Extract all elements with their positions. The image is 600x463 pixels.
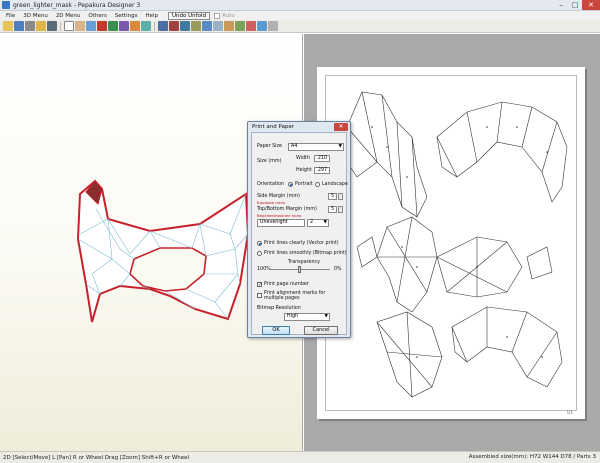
- print-and-paper-dialog: Print and Paper ✕ Paper Size A4 ▼ Size (…: [247, 121, 351, 338]
- text-icon[interactable]: [246, 21, 256, 31]
- bitmap-resolution-label: Bitmap Resolution: [257, 306, 301, 311]
- chevron-down-icon: ▼: [324, 314, 328, 319]
- print-clearly-radio[interactable]: [257, 241, 262, 246]
- height-field[interactable]: 297: [314, 167, 330, 174]
- portrait-label: Portrait: [295, 182, 313, 187]
- menu-settings[interactable]: Settings: [111, 13, 142, 19]
- status-bar: 2D [Select/Move] L [Pan] R or Wheel Drag…: [0, 451, 600, 463]
- print-page-number-label: Print page number: [264, 282, 309, 287]
- height-label: Height: [296, 168, 312, 173]
- minimize-button[interactable]: –: [554, 0, 568, 10]
- auto-label: Auto: [221, 12, 235, 19]
- bitmap-resolution-select[interactable]: High ▼: [284, 313, 330, 321]
- print-clearly-label: Print lines clearly (Vector print): [264, 241, 339, 246]
- page-number: 1/1: [566, 410, 573, 415]
- help-icon[interactable]: [36, 21, 46, 31]
- texture-icon[interactable]: [130, 21, 140, 31]
- bitmap-resolution-value: High: [287, 314, 299, 319]
- side-margin-note: Боковые поля: [257, 200, 285, 205]
- page-icon[interactable]: [268, 21, 278, 31]
- toolbar-separator: [154, 21, 155, 31]
- chevron-down-icon: ▼: [338, 144, 342, 149]
- number-icon[interactable]: [224, 21, 234, 31]
- zoom-icon[interactable]: [202, 21, 212, 31]
- color-icon[interactable]: [141, 21, 151, 31]
- top-bottom-margin-field[interactable]: 5: [328, 206, 337, 213]
- split-icon[interactable]: [180, 21, 190, 31]
- transparency-label: Transparency: [288, 260, 320, 265]
- fold-icon[interactable]: [108, 21, 118, 31]
- toolbar-separator: [60, 21, 61, 31]
- width-label: Width: [296, 156, 310, 161]
- print-smooth-label: Print lines smoothly (Bitmap print): [264, 251, 347, 256]
- landscape-label: Landscape: [322, 182, 348, 187]
- dialog-body: Paper Size A4 ▼ Size (mm) Width 210 Heig…: [251, 132, 348, 335]
- undo-unfold-button[interactable]: Undo Unfold: [168, 11, 210, 20]
- uneven-value-select[interactable]: 2 ▼: [307, 219, 329, 227]
- uneven-select-value: Unevenight: [260, 220, 288, 225]
- side-margin-spinner[interactable]: [338, 193, 343, 200]
- transparency-slider-thumb[interactable]: [298, 266, 301, 273]
- menu-others[interactable]: Others: [84, 13, 110, 19]
- close-button[interactable]: ✕: [582, 0, 600, 10]
- ok-button[interactable]: OK: [262, 326, 290, 335]
- status-hint: 2D [Select/Move] L [Pan] R or Wheel Drag…: [3, 454, 190, 461]
- transparency-min-label: 100%: [257, 267, 271, 272]
- cancel-button[interactable]: Cancel: [304, 326, 338, 335]
- menu-bar: File 3D Menu 2D Menu Others Settings Hel…: [0, 11, 600, 20]
- size-mm-label: Size (mm): [257, 159, 282, 164]
- paper-size-value: A4: [291, 144, 298, 149]
- auto-checkbox-box[interactable]: [213, 12, 220, 19]
- unfolded-parts: [346, 91, 568, 398]
- window-title: green_lighter_mask - Pepakura Designer 3: [13, 1, 141, 9]
- flip-icon[interactable]: [235, 21, 245, 31]
- paper-page: 1/1: [317, 67, 585, 419]
- title-bar: green_lighter_mask - Pepakura Designer 3…: [0, 0, 600, 11]
- status-assembled-size: Assembled size(mm): H72 W144 D78 / Parts…: [468, 454, 596, 460]
- paper-size-select[interactable]: A4 ▼: [288, 143, 344, 151]
- flap-icon[interactable]: [119, 21, 129, 31]
- side-margin-field[interactable]: 5: [328, 193, 337, 200]
- edge-icon[interactable]: [97, 21, 107, 31]
- app-icon: [2, 1, 10, 9]
- menu-2d[interactable]: 2D Menu: [52, 13, 85, 19]
- transparency-max-label: 0%: [334, 267, 342, 272]
- orientation-label: Orientation: [257, 182, 285, 187]
- open-icon[interactable]: [3, 21, 13, 31]
- print-alignment-label: Print alignment marks for multiple pages: [264, 291, 326, 301]
- move-icon[interactable]: [191, 21, 201, 31]
- auto-checkbox[interactable]: Auto: [213, 12, 235, 19]
- window-controls: – □ ✕: [554, 0, 600, 11]
- print-alignment-checkbox[interactable]: [257, 293, 262, 298]
- landscape-radio[interactable]: [315, 182, 320, 187]
- print-icon[interactable]: [25, 21, 35, 31]
- chevron-down-icon: ▼: [323, 220, 327, 225]
- layout-icon[interactable]: [158, 21, 168, 31]
- menu-file[interactable]: File: [2, 13, 19, 19]
- print-page-number-checkbox[interactable]: ✓: [257, 282, 262, 288]
- portrait-radio[interactable]: [288, 182, 293, 187]
- join-icon[interactable]: [169, 21, 179, 31]
- dialog-close-button[interactable]: ✕: [334, 123, 348, 131]
- toolbar: [0, 20, 600, 33]
- save-icon[interactable]: [14, 21, 24, 31]
- print-smooth-radio[interactable]: [257, 251, 262, 256]
- rotate-icon[interactable]: [86, 21, 96, 31]
- uneven-value: 2: [310, 220, 314, 225]
- side-margin-label: Side Margin (mm): [257, 194, 300, 199]
- uneven-select[interactable]: Unevenight: [257, 219, 305, 227]
- hand-icon[interactable]: [75, 21, 85, 31]
- grid-icon[interactable]: [213, 21, 223, 31]
- top-bottom-margin-spinner[interactable]: [338, 206, 343, 213]
- top-bottom-margin-note: Верхнее/нижнее поля: [257, 213, 302, 218]
- maximize-button[interactable]: □: [568, 0, 582, 10]
- 3d-view-icon[interactable]: [47, 21, 57, 31]
- image-icon[interactable]: [257, 21, 267, 31]
- width-field[interactable]: 210: [314, 155, 330, 162]
- menu-3d[interactable]: 3D Menu: [19, 13, 52, 19]
- select-icon[interactable]: [64, 21, 74, 31]
- menu-help[interactable]: Help: [141, 13, 162, 19]
- top-bottom-margin-label: Top/Bottom Margin (mm): [257, 207, 317, 212]
- paper-size-label: Paper Size: [257, 144, 282, 149]
